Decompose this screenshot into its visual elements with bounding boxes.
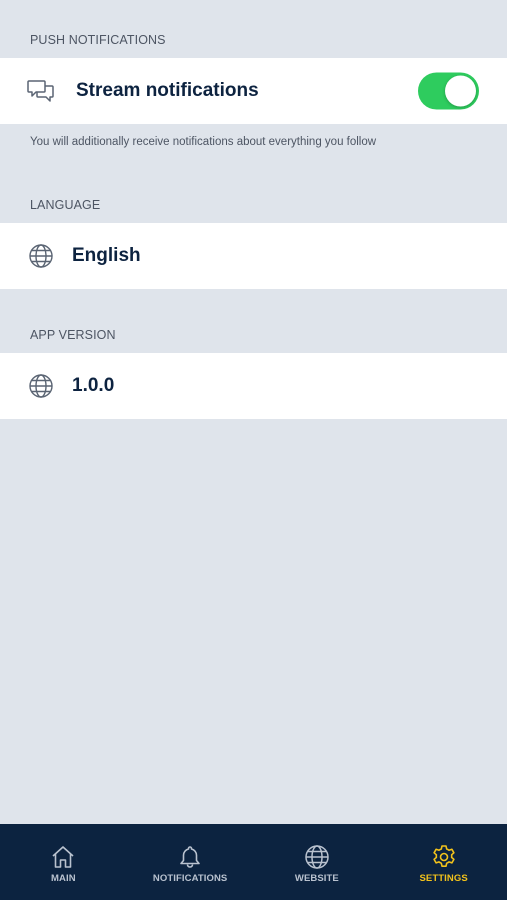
language-value: English — [72, 245, 141, 266]
gear-icon — [431, 844, 457, 870]
settings-screen: PUSH NOTIFICATIONS Stream notifications … — [0, 0, 507, 824]
push-notifications-header: PUSH NOTIFICATIONS — [30, 33, 166, 47]
globe-icon — [27, 242, 55, 270]
stream-notifications-toggle[interactable] — [418, 72, 479, 110]
home-icon — [50, 844, 76, 870]
tab-website-label: WEBSITE — [294, 873, 339, 884]
tab-website[interactable]: WEBSITE — [254, 824, 381, 900]
app-version-value: 1.0.0 — [72, 375, 115, 396]
bell-icon — [177, 844, 203, 870]
stream-notifications-row[interactable]: Stream notifications — [0, 58, 507, 124]
tab-notifications-label: NOTIFICATIONS — [152, 873, 228, 884]
tab-settings[interactable]: SETTINGS — [380, 824, 507, 900]
push-notifications-footnote: You will additionally receive notificati… — [30, 136, 377, 148]
tab-notifications[interactable]: NOTIFICATIONS — [127, 824, 254, 900]
tab-main-label: MAIN — [51, 873, 76, 884]
globe-icon — [27, 372, 55, 400]
tab-settings-label: SETTINGS — [419, 873, 468, 884]
bottom-tab-bar: MAIN NOTIFICATIONS WEBSITE SETTINGS — [0, 824, 507, 900]
tab-main[interactable]: MAIN — [0, 824, 127, 900]
app-version-header: APP VERSION — [30, 328, 116, 342]
language-header: LANGUAGE — [30, 198, 101, 212]
stream-notifications-label: Stream notifications — [76, 80, 259, 101]
globe-icon — [304, 844, 330, 870]
app-version-row: 1.0.0 — [0, 353, 507, 419]
chat-bubbles-icon — [27, 77, 55, 105]
toggle-knob — [445, 75, 476, 107]
language-row[interactable]: English — [0, 223, 507, 289]
